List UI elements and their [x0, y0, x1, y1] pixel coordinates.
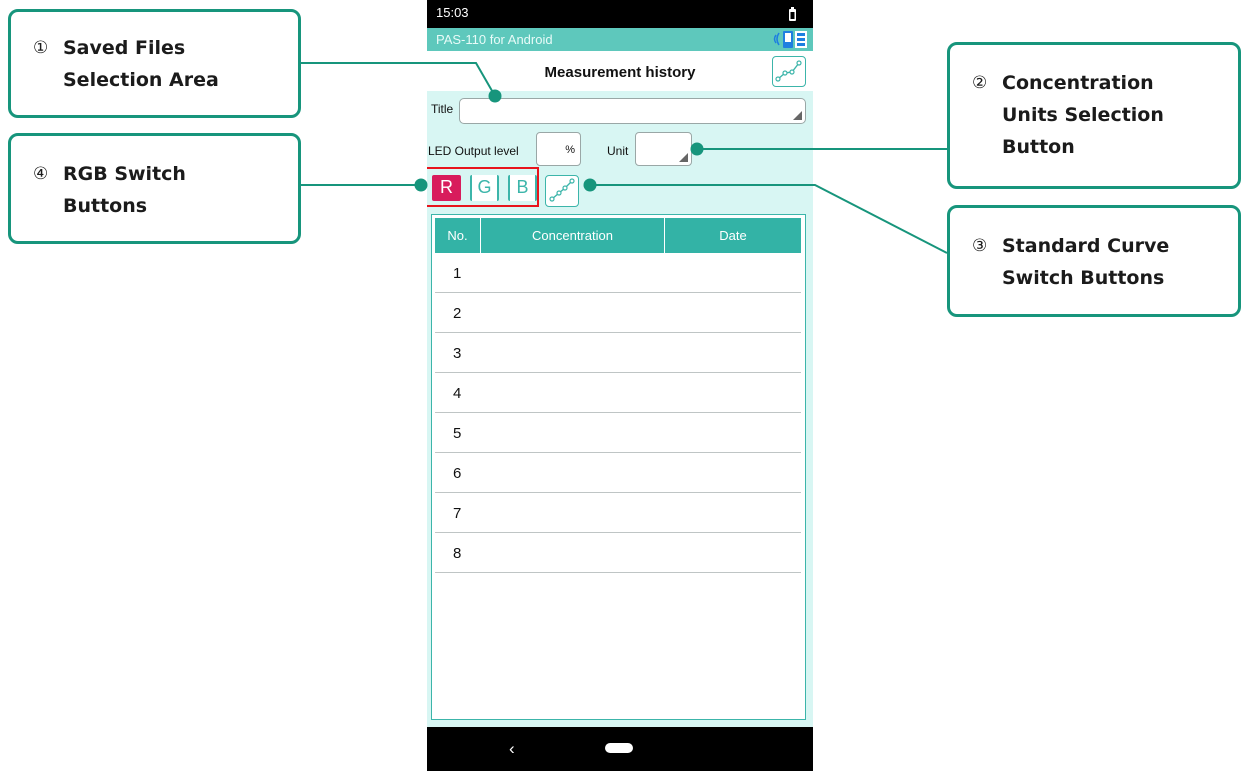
screen-title: Measurement history [544, 64, 696, 81]
callout-number: ② [972, 73, 988, 93]
rgb-button-g[interactable]: G [470, 175, 499, 201]
header-no: No. [435, 218, 481, 253]
callout-number: ③ [972, 236, 988, 256]
unit-label: Unit [607, 144, 629, 158]
table-row[interactable]: 2 [435, 293, 801, 333]
screen-header: Measurement history [427, 51, 813, 91]
callout-text: Concentration Units Selection Button [1002, 72, 1164, 158]
callout-text: RGB Switch Buttons [63, 163, 186, 217]
row-number: 2 [453, 305, 462, 322]
callout-number: ④ [33, 164, 49, 184]
row-number: 6 [453, 465, 462, 482]
table-row[interactable]: 8 [435, 533, 801, 573]
table-header: No. Concentration Date [435, 218, 801, 253]
title-label: Title [431, 102, 454, 116]
row-number: 4 [453, 385, 462, 402]
curve-graph-icon [775, 60, 802, 82]
row-number: 1 [453, 265, 462, 282]
standard-curve-switch-button[interactable] [545, 175, 579, 207]
history-table: No. Concentration Date 1 2 3 4 5 6 7 8 [431, 214, 806, 720]
callout-text: Standard Curve Switch Buttons [1002, 235, 1170, 289]
header-concentration: Concentration [481, 218, 665, 253]
callout-text: Saved Files Selection Area [63, 37, 219, 91]
row-number: 3 [453, 345, 462, 362]
battery-icon [789, 7, 796, 21]
led-percent-unit: % [565, 144, 575, 156]
bluetooth-device-icon[interactable] [772, 29, 810, 50]
rgb-button-r[interactable]: R [432, 175, 461, 201]
app-title: PAS-110 for Android [436, 32, 553, 47]
callout-concentration-units: ② Concentration Units Selection Button [947, 42, 1241, 189]
callout-standard-curve: ③ Standard Curve Switch Buttons [947, 205, 1241, 317]
table-row[interactable]: 3 [435, 333, 801, 373]
dropdown-corner-icon [679, 153, 688, 162]
status-time: 15:03 [436, 5, 469, 20]
saved-files-selector[interactable] [459, 98, 806, 124]
table-row[interactable]: 5 [435, 413, 801, 453]
dropdown-corner-icon [793, 111, 802, 120]
graph-view-button[interactable] [772, 56, 806, 87]
home-pill-icon[interactable] [605, 743, 633, 753]
app-bar: PAS-110 for Android [427, 28, 813, 51]
phone-screen: 15:03 PAS-110 for Android Measurement hi… [427, 0, 813, 771]
table-row[interactable]: 7 [435, 493, 801, 533]
callout-rgb-switch: ④ RGB Switch Buttons [8, 133, 301, 244]
row-number: 8 [453, 545, 462, 562]
main-content: Measurement history Title LED Output lev… [427, 51, 813, 727]
table-row[interactable]: 4 [435, 373, 801, 413]
callout-saved-files: ① Saved Files Selection Area [8, 9, 301, 118]
table-row[interactable]: 6 [435, 453, 801, 493]
status-bar: 15:03 [427, 0, 813, 28]
row-number: 7 [453, 505, 462, 522]
header-date: Date [719, 228, 747, 243]
back-icon[interactable]: ‹ [509, 739, 515, 759]
led-output-label: LED Output level [428, 144, 519, 158]
table-rows: 1 2 3 4 5 6 7 8 [435, 253, 801, 573]
concentration-unit-button[interactable] [635, 132, 692, 166]
led-output-field: % [536, 132, 581, 166]
standard-curve-icon [549, 178, 575, 202]
table-row[interactable]: 1 [435, 253, 801, 293]
row-number: 5 [453, 425, 462, 442]
callout-number: ① [33, 38, 49, 58]
navigation-bar: ‹ [427, 727, 813, 771]
rgb-button-b[interactable]: B [508, 175, 537, 201]
